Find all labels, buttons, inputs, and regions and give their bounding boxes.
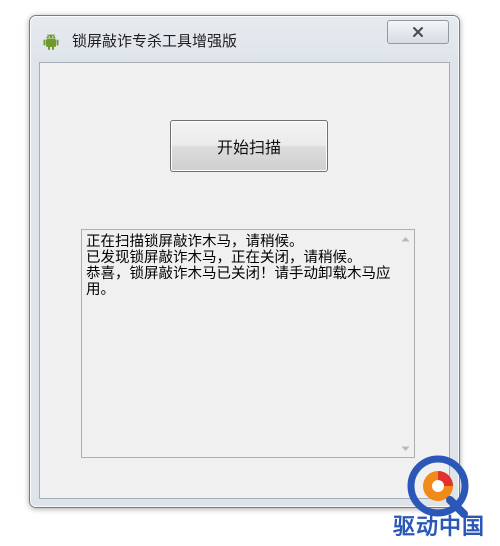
log-line: 恭喜，锁屏敲诈木马已关闭！请手动卸载木马应用。 — [86, 266, 391, 298]
close-button[interactable] — [387, 20, 449, 44]
vertical-scrollbar[interactable] — [397, 230, 414, 457]
client-area: 开始扫描 正在扫描锁屏敲诈木马，请稍候。 已发现锁屏敲诈木马，正在关闭，请稍候。… — [39, 62, 450, 499]
qd-logo-icon — [407, 455, 469, 518]
watermark-text: 驱动中国 — [392, 515, 485, 540]
scroll-down-arrow-icon — [401, 446, 410, 451]
log-line: 已发现锁屏敲诈木马，正在关闭，请稍候。 — [86, 250, 362, 266]
app-window: 锁屏敲诈专杀工具增强版 开始扫描 正在扫描锁屏敲诈木马，请稍候。 已发现锁屏敲诈… — [29, 15, 460, 508]
log-line: 正在扫描锁屏敲诈木马，请稍候。 — [86, 234, 304, 250]
log-textarea[interactable]: 正在扫描锁屏敲诈木马，请稍候。 已发现锁屏敲诈木马，正在关闭，请稍候。 恭喜，锁… — [81, 229, 415, 458]
scroll-up-button[interactable] — [397, 230, 414, 247]
log-text: 正在扫描锁屏敲诈木马，请稍候。 已发现锁屏敲诈木马，正在关闭，请稍候。 恭喜，锁… — [86, 234, 392, 298]
android-icon — [43, 33, 59, 50]
scroll-up-arrow-icon — [401, 236, 410, 241]
close-icon — [413, 27, 423, 37]
start-scan-button[interactable]: 开始扫描 — [170, 120, 328, 172]
title-bar[interactable]: 锁屏敲诈专杀工具增强版 — [30, 16, 459, 62]
window-title: 锁屏敲诈专杀工具增强版 — [72, 32, 238, 50]
watermark: 驱动中国 — [380, 454, 498, 544]
